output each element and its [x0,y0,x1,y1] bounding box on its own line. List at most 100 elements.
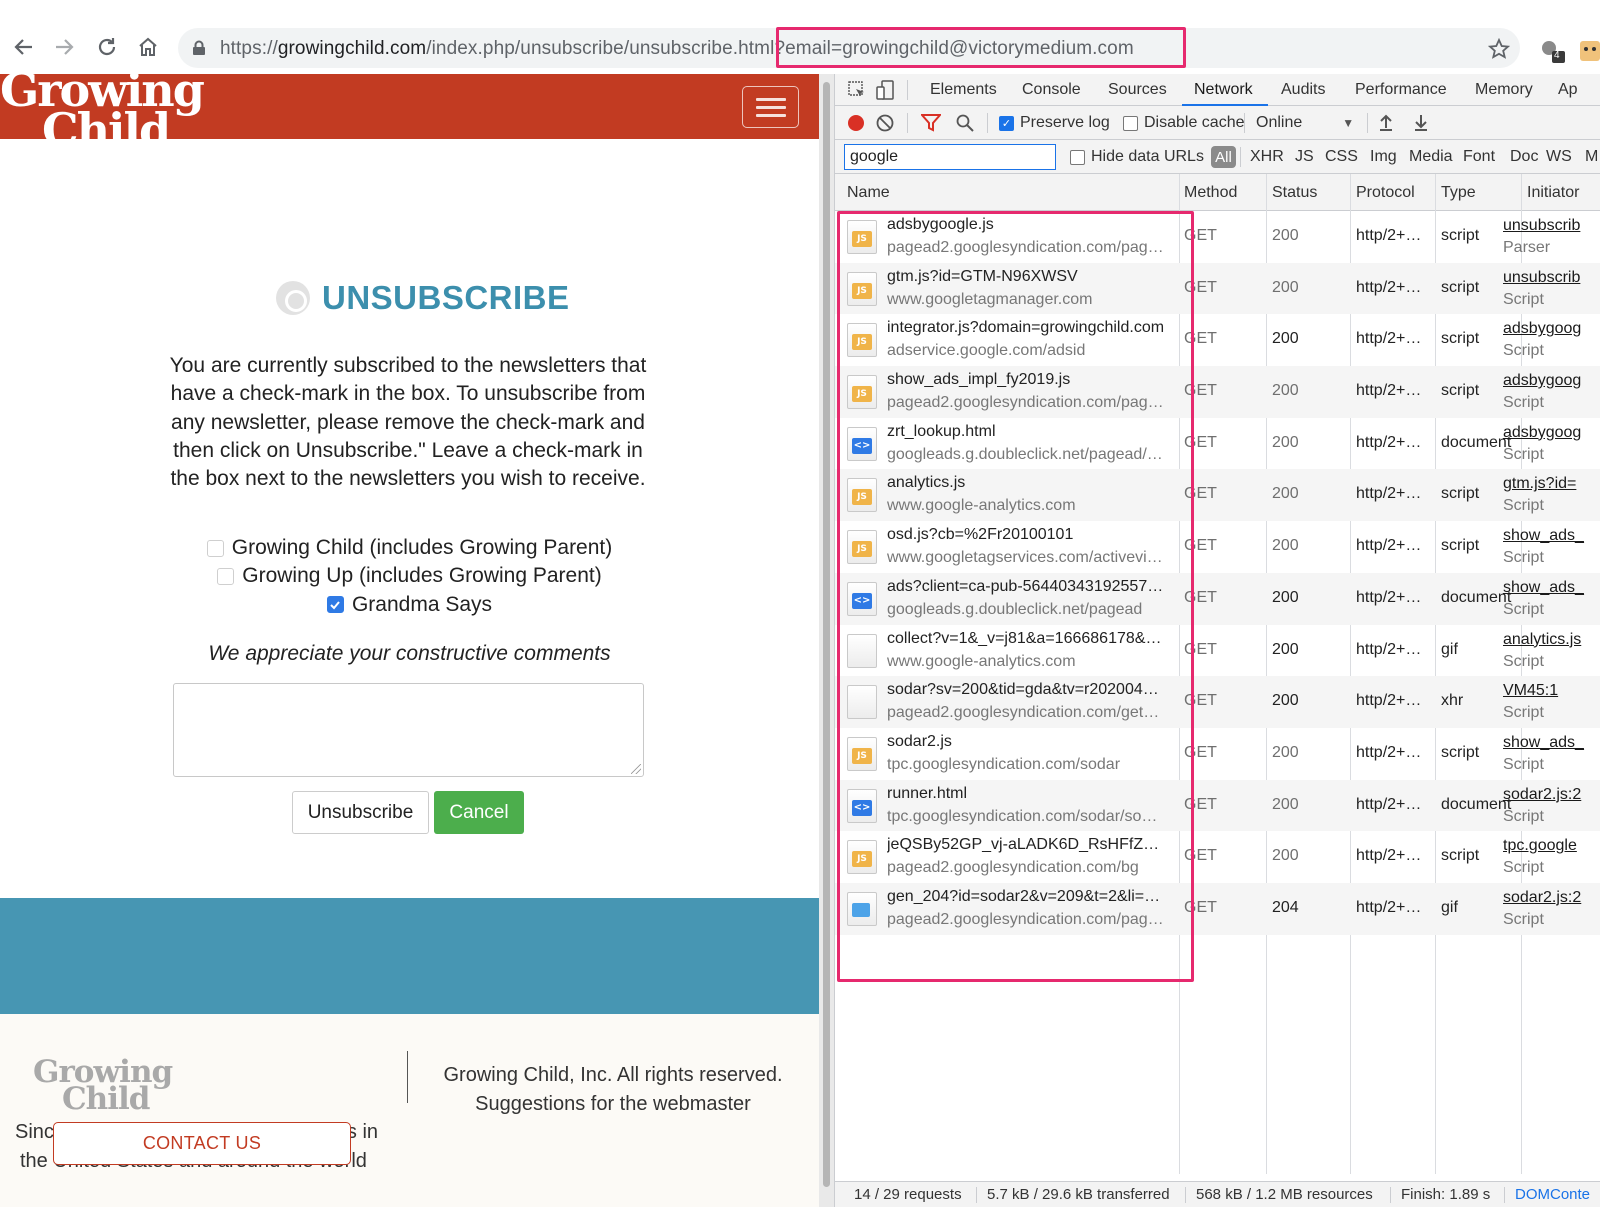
filter-type-img[interactable]: Img [1370,148,1397,166]
cancel-button[interactable]: Cancel [434,791,524,834]
tab-application[interactable]: Ap [1558,81,1578,99]
tab-memory[interactable]: Memory [1475,81,1533,99]
request-protocol: http/2+… [1356,330,1422,348]
page-scrollbar[interactable] [819,74,834,1207]
request-type: gif [1441,640,1458,658]
profile-avatar[interactable] [1580,38,1600,64]
footer-divider [407,1051,408,1103]
filter-type-css[interactable]: CSS [1325,148,1358,166]
request-initiator-link[interactable]: analytics.js [1503,631,1581,649]
preserve-log-checkbox[interactable]: ✓ [999,115,1014,131]
scrollbar-thumb[interactable] [823,82,830,1187]
resize-grip-icon[interactable] [631,764,641,774]
reload-button[interactable] [90,30,124,64]
column-type[interactable]: Type [1441,184,1476,202]
forward-button[interactable] [47,30,81,64]
filter-type-ws[interactable]: WS [1546,148,1572,166]
extension-icon[interactable]: 4 [1540,38,1566,64]
unsubscribe-button[interactable]: Unsubscribe [292,791,429,834]
menu-toggle-button[interactable] [742,86,799,128]
disable-cache-label: Disable cache [1144,114,1245,131]
request-initiator-link[interactable]: unsubscrib [1503,217,1580,235]
inspect-element-icon[interactable] [848,81,866,99]
clear-icon[interactable] [876,114,894,132]
column-name[interactable]: Name [847,184,890,202]
column-status[interactable]: Status [1272,184,1317,202]
filter-type-js[interactable]: JS [1295,148,1314,166]
preserve-log-label: Preserve log [1020,114,1110,131]
lock-icon [193,40,205,55]
hide-data-urls-checkbox[interactable] [1070,149,1085,165]
device-toolbar-icon[interactable] [876,80,896,100]
extension-badge: 4 [1554,50,1560,61]
request-type: script [1441,537,1480,555]
column-protocol[interactable]: Protocol [1356,184,1415,202]
tab-performance[interactable]: Performance [1355,81,1447,99]
toolbar-separator [1367,113,1368,133]
hide-data-urls-toggle[interactable]: Hide data URLs [1070,148,1204,166]
filter-type-xhr[interactable]: XHR [1250,148,1284,166]
preserve-log-toggle[interactable]: ✓ Preserve log [999,114,1110,132]
network-status-bar: 14 / 29 requests 5.7 kB / 29.6 kB transf… [835,1181,1600,1207]
tab-network[interactable]: Network [1194,81,1253,99]
request-initiator-link[interactable]: adsbygoog [1503,320,1581,338]
request-initiator-link[interactable]: gtm.js?id= [1503,475,1576,493]
newsletter-label: Growing Up (includes Growing Parent) [242,564,602,588]
tab-console[interactable]: Console [1022,81,1081,99]
back-button[interactable] [7,30,41,64]
unsubscribe-circle-icon [276,281,310,315]
newsletter-option[interactable]: Growing Child (includes Growing Parent) [0,534,819,562]
request-initiator-link[interactable]: adsbygoog [1503,424,1581,442]
newsletter-option[interactable]: Grandma Says [0,591,819,619]
tab-elements[interactable]: Elements [930,81,997,99]
filter-icon[interactable] [921,114,941,132]
newsletter-option[interactable]: Growing Up (includes Growing Parent) [0,562,819,590]
request-initiator-link[interactable]: show_ads_ [1503,527,1584,545]
record-icon[interactable] [847,114,865,132]
search-icon[interactable] [956,114,974,132]
request-initiator-link[interactable]: sodar2.js:2 [1503,889,1581,907]
hamburger-line [755,97,786,101]
newsletter-checkbox-checked[interactable] [326,596,344,614]
request-initiator-link[interactable]: adsbygoog [1503,372,1581,390]
disable-cache-toggle[interactable]: Disable cache [1123,114,1245,132]
status-request-count: 14 / 29 requests [854,1186,962,1203]
bookmark-star-icon[interactable] [1488,38,1510,60]
filter-type-font[interactable]: Font [1463,148,1495,166]
comments-textarea[interactable] [173,683,644,777]
network-filter-bar: google Hide data URLs All XHR JS CSS Img… [835,140,1600,174]
tab-audits[interactable]: Audits [1281,81,1325,99]
column-initiator[interactable]: Initiator [1527,184,1579,202]
webmaster-link[interactable]: Suggestions for the webmaster [418,1090,808,1119]
import-har-icon[interactable] [1378,114,1394,132]
filter-type-media[interactable]: Media [1409,148,1453,166]
request-initiator-link[interactable]: tpc.google [1503,837,1577,855]
request-initiator-link[interactable]: unsubscrib [1503,269,1580,287]
filter-type-doc[interactable]: Doc [1510,148,1538,166]
filter-type-all[interactable]: All [1211,146,1236,168]
growing-child-logo[interactable]: Growing Child [0,74,205,139]
contact-us-button[interactable]: CONTACT US [53,1122,351,1165]
request-initiator-link[interactable]: show_ads_ [1503,579,1584,597]
export-har-icon[interactable] [1413,114,1429,132]
forward-arrow-icon [56,39,74,55]
request-initiator-link[interactable]: VM45:1 [1503,682,1558,700]
column-method[interactable]: Method [1184,184,1237,202]
request-type: script [1441,847,1480,865]
throttling-select[interactable]: Online ▼ [1256,114,1354,132]
request-initiator-link[interactable]: sodar2.js:2 [1503,786,1581,804]
disable-cache-checkbox[interactable] [1123,115,1138,131]
request-initiator-link[interactable]: show_ads_ [1503,734,1584,752]
request-status: 200 [1272,692,1299,710]
request-type: document [1441,588,1512,606]
tab-sources[interactable]: Sources [1108,81,1167,99]
request-protocol: http/2+… [1356,847,1422,865]
request-initiator-type: Script [1503,394,1544,412]
home-button[interactable] [131,30,165,64]
status-domcontentloaded: DOMConte [1515,1186,1591,1203]
filter-input[interactable]: google [844,144,1056,170]
toolbar-separator [907,113,908,133]
filter-type-manifest[interactable]: M [1585,148,1598,166]
newsletter-checkbox[interactable] [217,567,235,585]
newsletter-checkbox[interactable] [206,539,224,557]
